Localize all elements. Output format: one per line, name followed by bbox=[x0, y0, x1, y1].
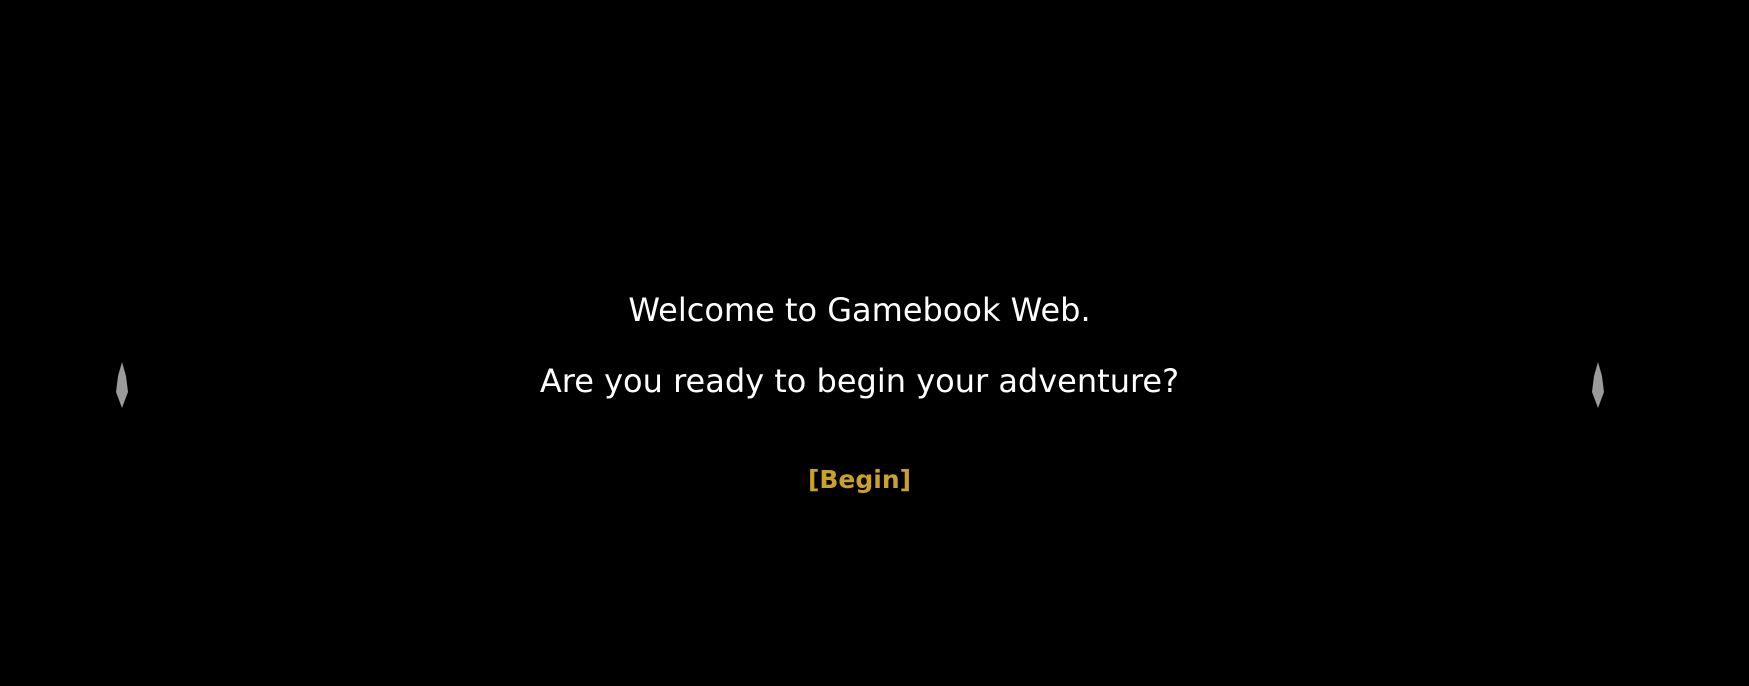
game-stage: Welcome to Gamebook Web. Are you ready t… bbox=[0, 0, 1749, 686]
begin-button[interactable]: [Begin] bbox=[808, 465, 911, 494]
begin-link-container: [Begin] bbox=[0, 464, 1719, 496]
adventure-prompt: Are you ready to begin your adventure? bbox=[539, 362, 1180, 400]
right-crystal-shard-icon bbox=[1590, 362, 1606, 408]
welcome-text: Welcome to Gamebook Web. bbox=[628, 291, 1091, 329]
